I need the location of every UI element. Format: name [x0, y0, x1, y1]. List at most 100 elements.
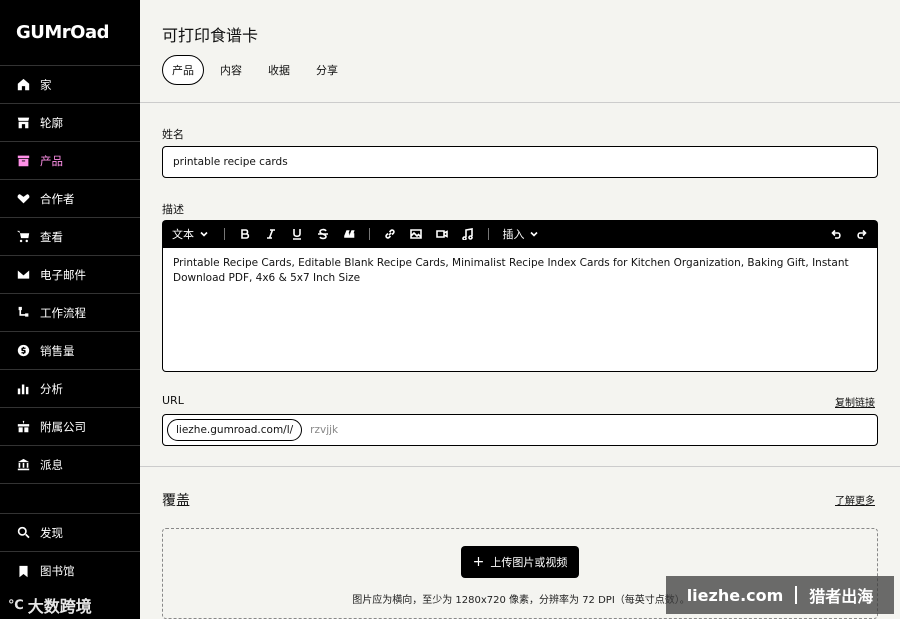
- toolbar-divider: [223, 228, 225, 240]
- text-style-label: 文本: [172, 228, 194, 241]
- sidebar-item-label: 图书馆: [40, 564, 75, 578]
- tab-product[interactable]: 产品: [162, 55, 204, 85]
- sidebar-item-label: 发现: [40, 525, 63, 540]
- sidebar-item-label: 分析: [40, 381, 63, 396]
- plus-icon: +: [472, 554, 485, 570]
- sidebar-item-affiliates[interactable]: 附属公司: [0, 408, 140, 446]
- envelope-icon: [16, 268, 30, 282]
- quote-button[interactable]: [343, 228, 355, 240]
- sidebar-item-products[interactable]: 产品: [0, 142, 140, 180]
- page-header: 可打印食谱卡 产品 内容 收据 分享: [140, 0, 900, 103]
- sidebar-item-library[interactable]: 图书馆: [0, 552, 140, 590]
- bookmark-icon: [16, 564, 30, 578]
- sidebar-item-home[interactable]: 家: [0, 66, 140, 104]
- url-prefix: liezhe.gumroad.com/l/: [167, 419, 303, 441]
- url-label: URL: [162, 394, 184, 407]
- text-style-dropdown[interactable]: 文本: [172, 226, 210, 242]
- bold-button[interactable]: [239, 228, 251, 240]
- sidebar-item-analytics[interactable]: 分析: [0, 370, 140, 408]
- sidebar-item-label: 销售量: [40, 343, 75, 358]
- quote-icon: [343, 230, 355, 238]
- product-form: 姓名 printable recipe cards 描述 文本 插入 Print…: [140, 104, 900, 619]
- watermark-left-text: 大数跨境: [27, 597, 92, 616]
- bold-icon: [240, 229, 249, 239]
- watermark-brand: 猎者出海: [809, 587, 874, 606]
- strikethrough-button[interactable]: [317, 228, 329, 240]
- toolbar-divider: [368, 228, 370, 240]
- watermark-right: liezhe.com 猎者出海: [666, 576, 894, 614]
- link-button[interactable]: [384, 228, 396, 240]
- bank-icon: [16, 458, 30, 472]
- store-icon: [16, 116, 30, 130]
- undo-button[interactable]: [830, 228, 842, 240]
- watermark-divider: [795, 586, 798, 604]
- sidebar-item-profile[interactable]: 轮廓: [0, 104, 140, 142]
- name-field[interactable]: printable recipe cards: [162, 146, 878, 178]
- link-icon: [384, 229, 395, 239]
- sidebar: GUMrOad 家 轮廓 产品 合作者 查看 电子邮件 工作流程 销售量 分析 …: [0, 0, 140, 619]
- copy-link[interactable]: 复制链接: [835, 394, 875, 409]
- sidebar-item-collaborators[interactable]: 合作者: [0, 180, 140, 218]
- strikethrough-icon: [317, 228, 328, 240]
- description-editor[interactable]: Printable Recipe Cards, Editable Blank R…: [162, 248, 878, 372]
- watermark-site: liezhe.com: [686, 585, 784, 605]
- insert-dropdown[interactable]: 插入: [503, 226, 541, 242]
- url-field[interactable]: liezhe.gumroad.com/l/ rzvjjk: [162, 414, 878, 446]
- watermark-left: ℃ 大数跨境: [8, 593, 92, 617]
- music-note-icon: [461, 228, 473, 240]
- video-button[interactable]: [435, 228, 448, 240]
- audio-button[interactable]: [461, 228, 474, 240]
- name-value: printable recipe cards: [173, 156, 288, 168]
- sidebar-item-label: 查看: [40, 229, 63, 244]
- italic-button[interactable]: [265, 228, 277, 240]
- sidebar-item-sales[interactable]: 销售量: [0, 332, 140, 370]
- upload-label: 上传图片或视频: [490, 556, 568, 569]
- sidebar-item-label: 电子邮件: [40, 267, 86, 282]
- sidebar-item-label: 附属公司: [40, 419, 86, 434]
- chevron-down-icon: [530, 231, 538, 237]
- description-text: Printable Recipe Cards, Editable Blank R…: [173, 257, 849, 284]
- upload-button[interactable]: + 上传图片或视频: [461, 546, 579, 578]
- watermark-logo-icon: ℃: [8, 597, 24, 613]
- tab-bar: 产品 内容 收据 分享: [162, 55, 348, 85]
- redo-button[interactable]: [856, 228, 868, 240]
- sidebar-item-label: 工作流程: [40, 305, 86, 320]
- video-icon: [435, 230, 448, 238]
- dollar-icon: [16, 344, 30, 358]
- image-icon: [409, 229, 422, 239]
- sidebar-item-discover[interactable]: 发现: [0, 514, 140, 552]
- chevron-down-icon: [199, 231, 208, 237]
- toolbar-divider: [487, 228, 489, 240]
- sidebar-bottom: 发现 图书馆: [0, 513, 140, 590]
- image-button[interactable]: [409, 228, 422, 240]
- home-icon: [16, 78, 30, 92]
- gift-icon: [16, 420, 30, 434]
- learn-more-link[interactable]: 了解更多: [835, 492, 875, 507]
- tab-receipt[interactable]: 收据: [258, 55, 300, 85]
- handshake-icon: [16, 192, 30, 206]
- sidebar-item-emails[interactable]: 电子邮件: [0, 256, 140, 294]
- cart-icon: [16, 230, 30, 244]
- italic-icon: [266, 229, 275, 239]
- tab-share[interactable]: 分享: [306, 55, 348, 85]
- page-title: 可打印食谱卡: [162, 26, 259, 45]
- sidebar-item-label: 家: [40, 77, 52, 92]
- tab-content[interactable]: 内容: [210, 55, 252, 85]
- sidebar-item-label: 合作者: [40, 191, 75, 206]
- sidebar-item-label: 派息: [40, 457, 63, 472]
- search-icon: [16, 526, 30, 540]
- sidebar-item-checkout[interactable]: 查看: [0, 218, 140, 256]
- underline-icon: [292, 229, 301, 240]
- sidebar-item-payouts[interactable]: 派息: [0, 446, 140, 484]
- url-slug[interactable]: rzvjjk: [310, 424, 338, 436]
- editor-toolbar: 文本 插入: [162, 220, 878, 248]
- archive-icon: [16, 154, 30, 168]
- sidebar-item-workflows[interactable]: 工作流程: [0, 294, 140, 332]
- gumroad-logo[interactable]: GUMrOad: [0, 0, 140, 66]
- description-label: 描述: [162, 203, 184, 216]
- section-divider: [140, 466, 900, 467]
- bar-chart-icon: [16, 382, 30, 396]
- redo-icon: [857, 229, 867, 239]
- underline-button[interactable]: [291, 228, 303, 240]
- cover-section-title: 覆盖: [162, 493, 190, 509]
